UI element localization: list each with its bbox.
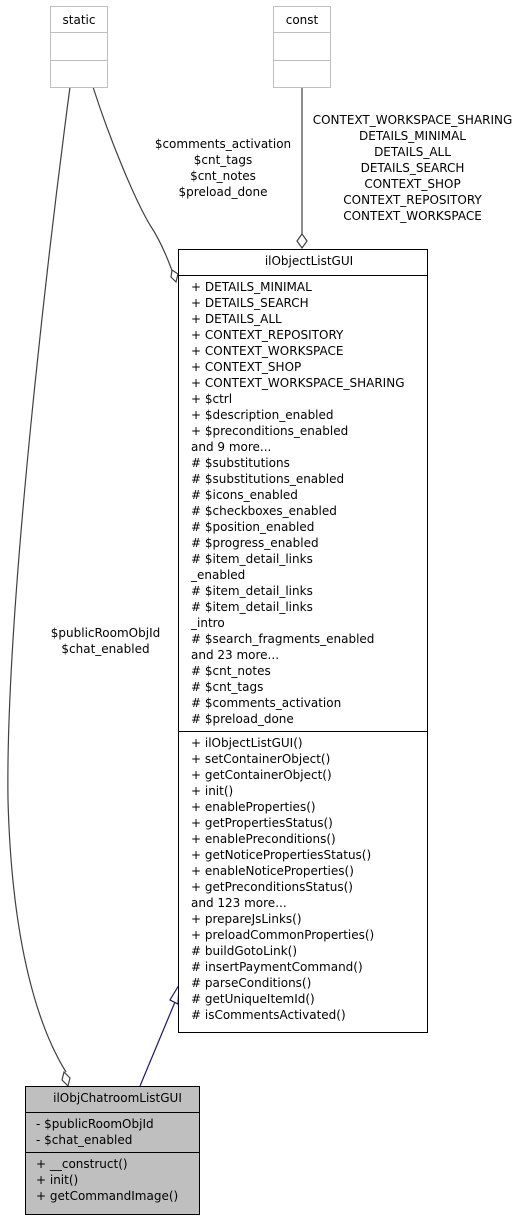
attribute-item: + DETAILS_SEARCH — [191, 296, 309, 310]
aggregation-diamond-icon — [296, 232, 308, 250]
method-item: + getPropertiesStatus() — [191, 816, 333, 830]
attribute-item: + CONTEXT_SHOP — [191, 360, 302, 374]
attributes-section — [51, 33, 107, 60]
edge-label-line: $comments_activation — [154, 137, 292, 151]
attribute-item: # $search_fragments_enabled — [191, 632, 375, 646]
edge-label-line: DETAILS_SEARCH — [360, 161, 465, 175]
edge-label-line: DETAILS_ALL — [374, 145, 451, 159]
attribute-item: + $ctrl — [191, 392, 233, 406]
attribute-item: + CONTEXT_REPOSITORY — [191, 328, 344, 342]
attribute-item: _intro — [191, 616, 225, 630]
attribute-item: + CONTEXT_WORKSPACE_SHARING — [191, 376, 405, 390]
attribute-item: # $icons_enabled — [191, 488, 298, 502]
methods-section: + __construct() + init() + getCommandImage… — [26, 1153, 199, 1208]
attribute-item: # $item_detail_links — [191, 600, 313, 614]
attribute-item: # $substitutions — [191, 456, 290, 470]
class-name: ilObjectListGUI — [179, 250, 427, 276]
attribute-item: + $preconditions_enabled — [191, 424, 349, 438]
attribute-item: # $cnt_tags — [191, 680, 264, 694]
attribute-item: + $description_enabled — [191, 408, 334, 422]
edge-label-line: $cnt_notes — [190, 169, 256, 183]
method-item: + prepareJsLinks() — [191, 912, 302, 926]
edge-label-line: $chat_enabled — [61, 642, 150, 656]
attribute-item: - $publicRoomObjId — [36, 1117, 154, 1131]
edge-label-line: CONTEXT_WORKSPACE — [343, 209, 482, 223]
class-box-ilObjectListGUI[interactable]: ilObjectListGUI + DETAILS_MINIMAL + DETAI… — [178, 249, 428, 1033]
attribute-item: and 23 more... — [191, 648, 280, 662]
attribute-item: + CONTEXT_WORKSPACE — [191, 344, 344, 358]
attribute-item: # $preload_done — [191, 712, 294, 726]
class-name: const — [274, 7, 330, 33]
attribute-item: # $item_detail_links — [191, 552, 313, 566]
method-item: + ilObjectListGUI() — [191, 736, 303, 750]
methods-section — [51, 60, 107, 87]
attributes-section: - $publicRoomObjId - $chat_enabled — [26, 1113, 199, 1153]
class-box-static[interactable]: static — [50, 6, 108, 88]
attribute-item: # $cnt_notes — [191, 664, 271, 678]
edge-static-to-child — [7, 86, 71, 1073]
edge-label-line: CONTEXT_WORKSPACE_SHARING — [312, 113, 513, 127]
edge-label-line: $preload_done — [178, 185, 268, 199]
method-item: + init() — [191, 784, 234, 798]
aggregation-diamond-icon — [61, 1070, 71, 1088]
edge-label-const-to-parent: CONTEXT_WORKSPACE_SHARING DETAILS_MINIMAL… — [305, 112, 520, 224]
method-item: + getCommandImage() — [36, 1189, 179, 1203]
attributes-section: + DETAILS_MINIMAL + DETAILS_SEARCH + DETAI… — [179, 276, 427, 732]
class-name: ilObjChatroomListGUI — [26, 1087, 199, 1113]
method-item: # parseConditions() — [191, 976, 312, 990]
method-item: # isCommentsActivated() — [191, 1008, 346, 1022]
edge-inheritance — [139, 1001, 176, 1087]
method-item: # getUniqueItemId() — [191, 992, 315, 1006]
aggregation-diamond-icon — [170, 268, 179, 284]
method-item: + __construct() — [36, 1157, 128, 1171]
edge-label-static-to-child: $publicRoomObjId $chat_enabled — [48, 625, 163, 657]
method-item: # buildGotoLink() — [191, 944, 298, 958]
method-item: + enableProperties() — [191, 800, 316, 814]
method-item: + preloadCommonProperties() — [191, 928, 375, 942]
edge-label-line: $publicRoomObjId — [50, 626, 161, 640]
attributes-section — [274, 33, 330, 60]
methods-section: + ilObjectListGUI() + setContainerObject(… — [179, 732, 427, 1027]
attribute-item: + DETAILS_ALL — [191, 312, 282, 326]
method-item: and 123 more... — [191, 896, 287, 910]
attribute-item: # $progress_enabled — [191, 536, 319, 550]
edge-label-line: CONTEXT_SHOP — [364, 177, 461, 191]
attribute-item: # $checkboxes_enabled — [191, 504, 337, 518]
attribute-item: # $substitutions_enabled — [191, 472, 345, 486]
class-box-ilObjChatroomListGUI[interactable]: ilObjChatroomListGUI - $publicRoomObjId -… — [25, 1086, 200, 1215]
class-name: static — [51, 7, 107, 33]
attribute-item: # $position_enabled — [191, 520, 315, 534]
method-item: + enablePreconditions() — [191, 832, 336, 846]
edge-label-line: DETAILS_MINIMAL — [359, 129, 466, 143]
method-item: # insertPaymentCommand() — [191, 960, 363, 974]
method-item: + setContainerObject() — [191, 752, 331, 766]
attribute-item: # $item_detail_links — [191, 584, 313, 598]
class-box-const[interactable]: const — [273, 6, 331, 88]
attribute-item: _enabled — [191, 568, 246, 582]
method-item: + getNoticePropertiesStatus() — [191, 848, 372, 862]
edge-label-line: $cnt_tags — [193, 153, 253, 167]
method-item: + init() — [36, 1173, 79, 1187]
edge-label-static-to-parent: $comments_activation $cnt_tags $cnt_notes $… — [148, 136, 298, 200]
attribute-item: and 9 more... — [191, 440, 272, 454]
method-item: + enableNoticeProperties() — [191, 864, 354, 878]
methods-section — [274, 60, 330, 87]
method-item: + getContainerObject() — [191, 768, 332, 782]
attribute-item: # $comments_activation — [191, 696, 342, 710]
attribute-item: + DETAILS_MINIMAL — [191, 280, 312, 294]
method-item: + getPreconditionsStatus() — [191, 880, 353, 894]
attribute-item: - $chat_enabled — [36, 1133, 133, 1147]
edge-label-line: CONTEXT_REPOSITORY — [343, 193, 482, 207]
